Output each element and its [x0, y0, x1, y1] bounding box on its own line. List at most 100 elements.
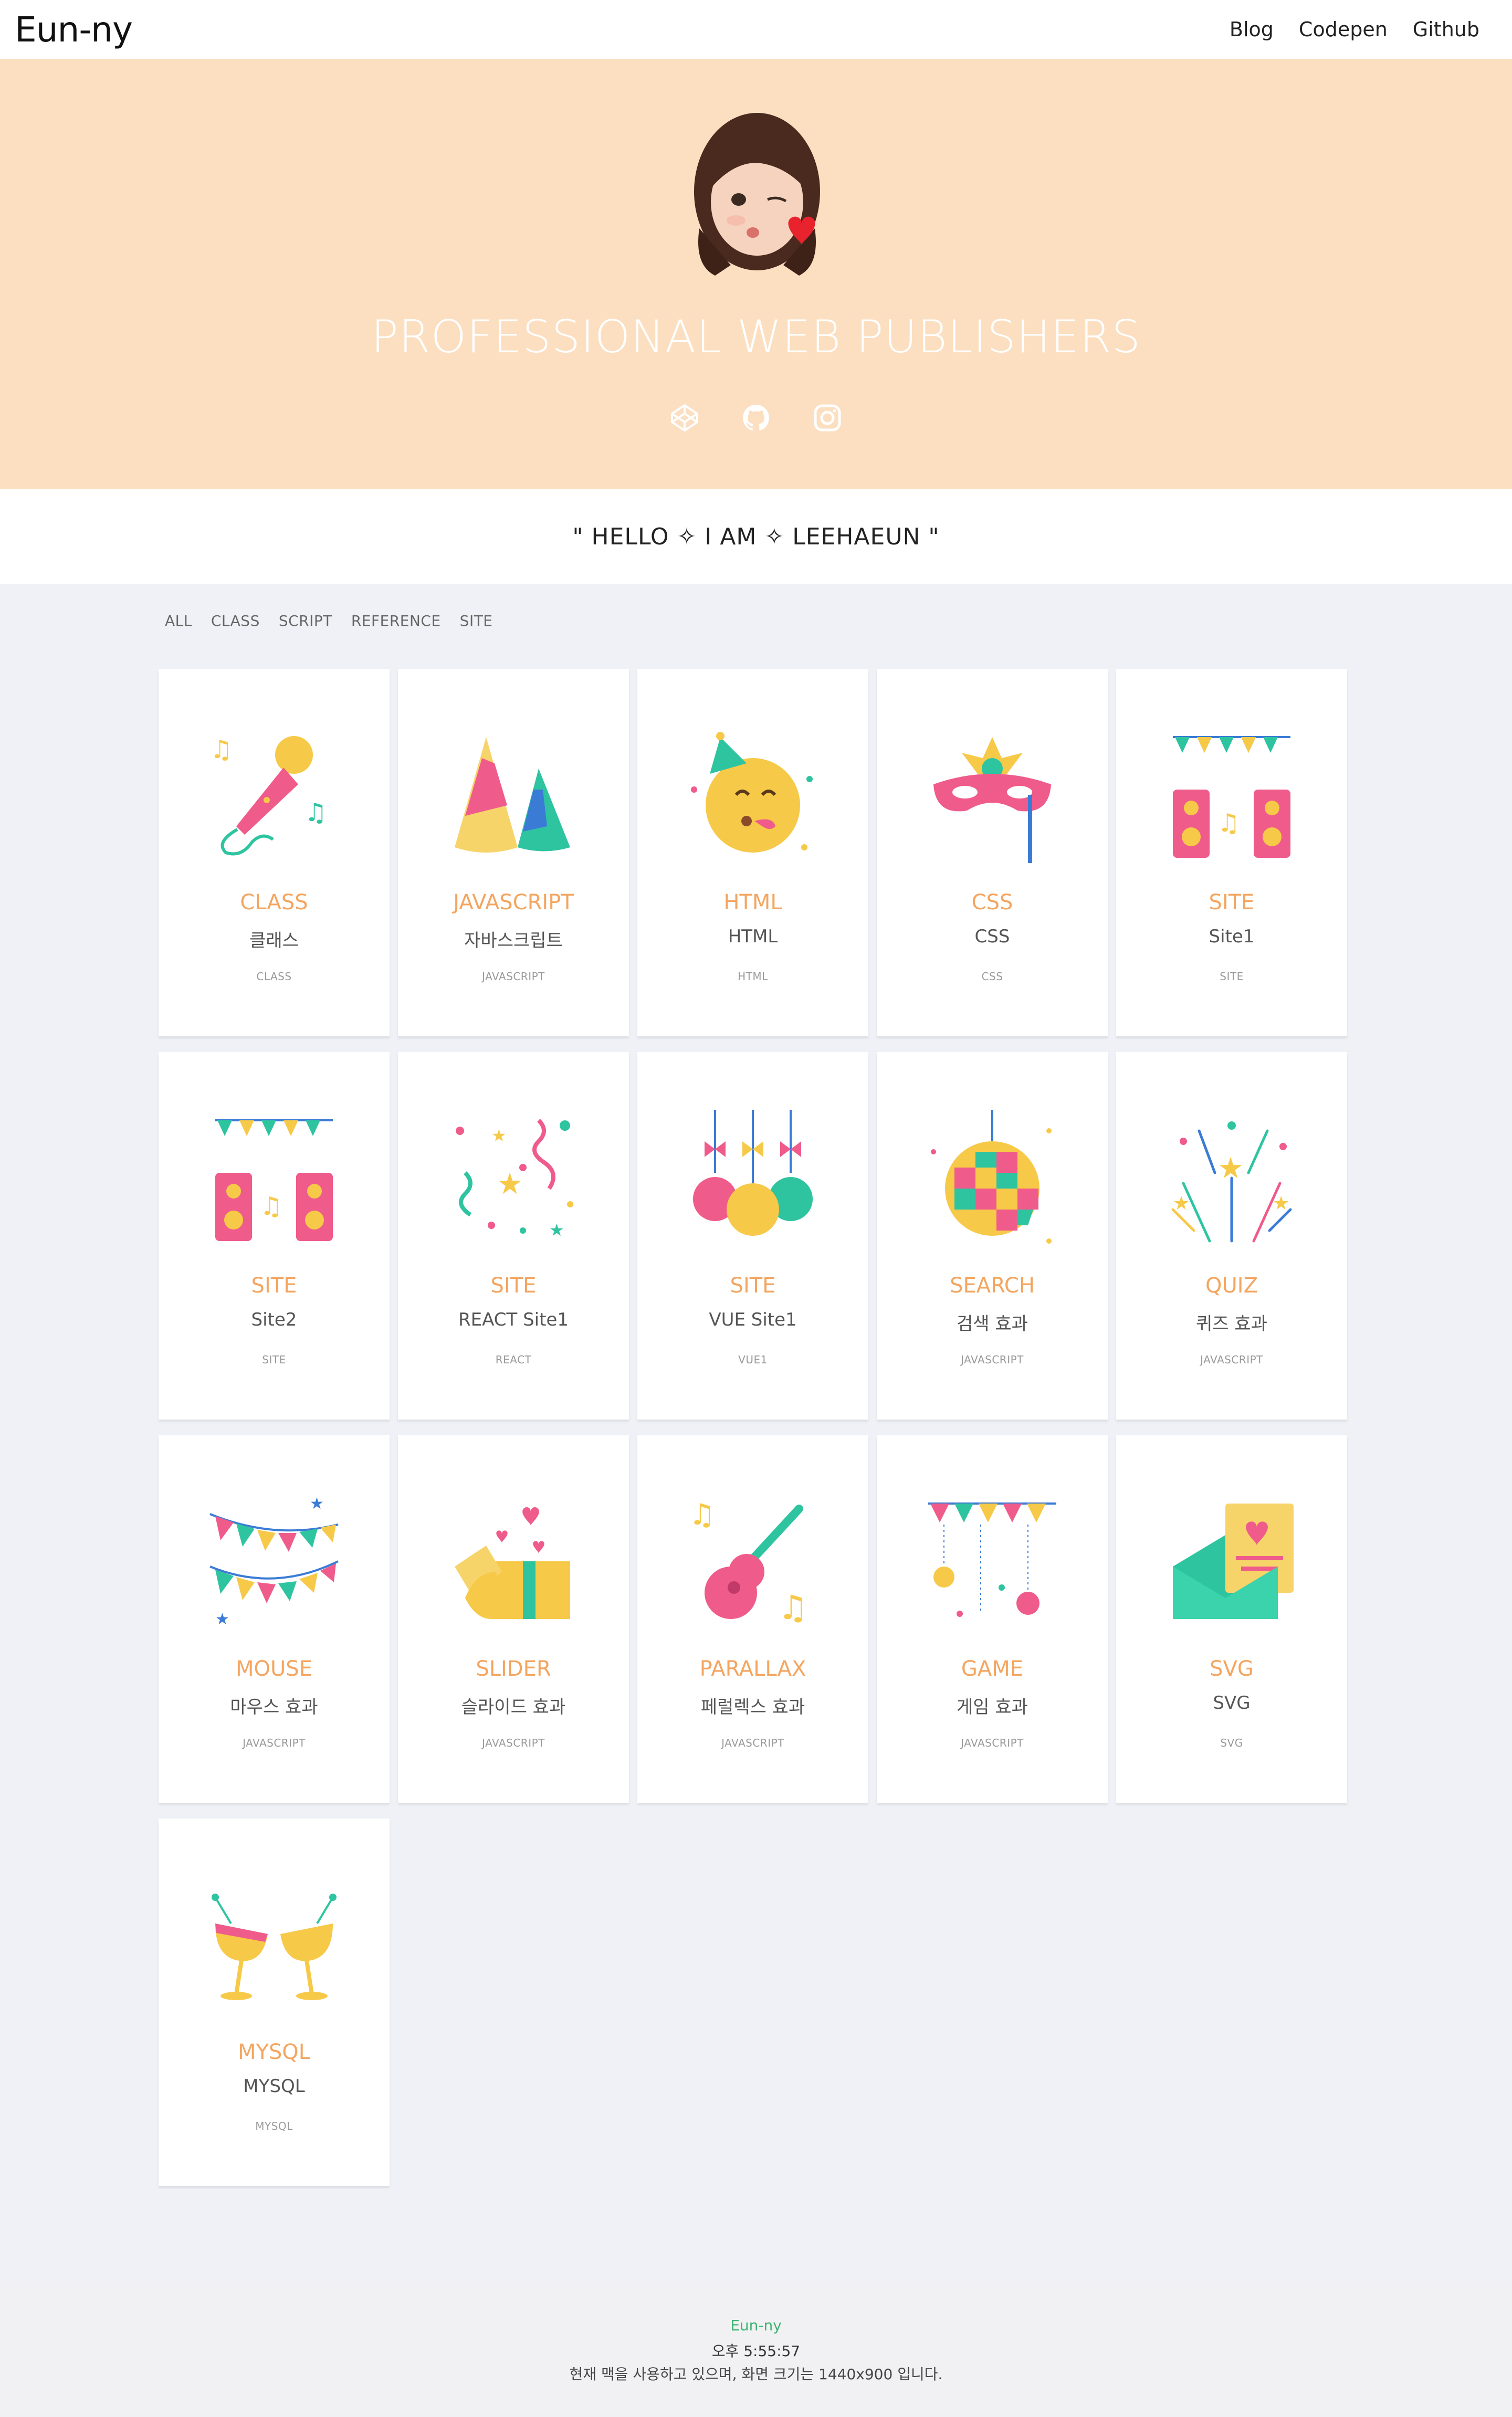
card-class[interactable]: ♫ ♫ CLASS 클래스 CLASS — [159, 669, 390, 1036]
card-site-1[interactable]: ♫ SITE Site1 SITE — [1116, 669, 1347, 1036]
masquerade-mask-icon — [933, 737, 1051, 863]
card-title: SITE — [251, 1274, 297, 1298]
svg-text:♫: ♫ — [304, 798, 327, 827]
card-title: MYSQL — [237, 2040, 311, 2064]
card-subtitle: 클래스 — [249, 930, 299, 951]
card-javascript[interactable]: JAVASCRIPT 자바스크립트 JAVASCRIPT — [398, 669, 629, 1036]
speakers-icon: ♫ — [1173, 736, 1290, 858]
filter-script[interactable]: SCRIPT — [279, 612, 332, 629]
card-tag: JAVASCRIPT — [1200, 1353, 1263, 1366]
top-bar: Eun-ny Blog Codepen Github — [0, 0, 1512, 59]
card-html[interactable]: HTML HTML HTML — [637, 669, 868, 1036]
card-subtitle: 슬라이드 효과 — [461, 1697, 566, 1718]
card-css[interactable]: CSS CSS CSS — [877, 669, 1108, 1036]
filter-reference[interactable]: REFERENCE — [351, 612, 441, 629]
card-title: JAVASCRIPT — [453, 890, 574, 915]
card-tag: CSS — [981, 970, 1003, 983]
filter-site[interactable]: SITE — [460, 612, 493, 629]
svg-text:★: ★ — [310, 1495, 324, 1513]
card-title: SEARCH — [950, 1274, 1035, 1298]
card-quiz[interactable]: ★ ★ ★ QUIZ 퀴즈 효과 JAVASCRIPT — [1116, 1052, 1347, 1420]
card-title: MOUSE — [236, 1657, 312, 1681]
svg-text:★: ★ — [491, 1126, 507, 1146]
card-title: SITE — [730, 1274, 776, 1298]
card-tag: MYSQL — [255, 2120, 293, 2132]
nav-github-link[interactable]: Github — [1413, 18, 1479, 41]
svg-text:★: ★ — [497, 1167, 523, 1201]
bunting-flags-icon: ★★ — [209, 1495, 339, 1628]
confetti-icon: ★ ★ ★ — [456, 1119, 573, 1240]
card-vue-site[interactable]: SITE VUE Site1 VUE1 — [637, 1052, 868, 1420]
disco-ball-icon — [931, 1110, 1052, 1244]
codepen-icon[interactable] — [670, 403, 699, 433]
card-subtitle: CSS — [974, 926, 1010, 947]
card-tag: JAVASCRIPT — [482, 970, 545, 983]
filter-all[interactable]: ALL — [165, 612, 192, 629]
card-title: HTML — [723, 890, 782, 915]
card-mysql[interactable]: MYSQL MYSQL MYSQL — [159, 1819, 390, 2186]
card-tag: JAVASCRIPT — [961, 1737, 1024, 1749]
card-subtitle: 페럴렉스 효과 — [700, 1697, 805, 1718]
svg-text:★: ★ — [215, 1610, 229, 1628]
card-react-site[interactable]: ★ ★ ★ SITE REACT Site1 REACT — [398, 1052, 629, 1420]
speakers-icon: ♫ — [215, 1119, 333, 1241]
card-subtitle: 마우스 효과 — [230, 1697, 318, 1718]
card-mouse[interactable]: ★ ★ MOUSE 마우스 효과 JAVASCRIPT — [159, 1435, 390, 1803]
card-svg[interactable]: SVG SVG SVG — [1116, 1435, 1347, 1803]
card-tag: JAVASCRIPT — [243, 1737, 306, 1749]
card-subtitle: Site1 — [1209, 926, 1255, 947]
card-subtitle: MYSQL — [243, 2076, 305, 2097]
page-footer: Eun-ny 오후 5:55:57 현재 맥을 사용하고 있으며, 화면 크기는… — [0, 2281, 1512, 2417]
card-parallax[interactable]: ♫ ♫ PARALLAX 페럴렉스 효과 JAVASCRIPT — [637, 1435, 868, 1803]
card-subtitle: VUE Site1 — [709, 1309, 797, 1330]
social-links — [0, 403, 1512, 433]
microphone-icon: ♫ ♫ — [210, 735, 327, 856]
hero-title: PROFESSIONAL WEB PUBLISHERS — [371, 311, 1141, 363]
svg-text:♫: ♫ — [1217, 808, 1240, 838]
card-slider[interactable]: SLIDER 슬라이드 효과 JAVASCRIPT — [398, 1435, 629, 1803]
category-filters: ALL CLASS SCRIPT REFERENCE SITE — [165, 612, 493, 629]
card-search[interactable]: SEARCH 검색 효과 JAVASCRIPT — [877, 1052, 1108, 1420]
intro-banner: " HELLO ✧ I AM ✧ LEEHAEUN " — [0, 489, 1512, 584]
card-tag: SVG — [1220, 1737, 1243, 1749]
nav-blog-link[interactable]: Blog — [1230, 18, 1274, 41]
main-nav: Blog Codepen Github — [1230, 18, 1479, 41]
card-site-2[interactable]: ♫ SITE Site2 SITE — [159, 1052, 390, 1420]
fireworks-icon: ★ ★ ★ — [1171, 1121, 1292, 1243]
hero-banner: PROFESSIONAL WEB PUBLISHERS — [0, 59, 1512, 489]
footer-name[interactable]: Eun-ny — [0, 2317, 1512, 2334]
svg-text:★: ★ — [1273, 1193, 1289, 1214]
footer-screen-info: 현재 맥을 사용하고 있으며, 화면 크기는 1440x900 입니다. — [569, 2366, 943, 2383]
card-title: SVG — [1210, 1657, 1254, 1681]
filter-class[interactable]: CLASS — [211, 612, 260, 629]
card-tag: HTML — [738, 970, 768, 983]
card-title: CSS — [971, 890, 1013, 915]
party-hats-icon — [455, 737, 570, 853]
site-logo[interactable]: Eun-ny — [15, 9, 133, 50]
guitar-icon: ♫ ♫ — [689, 1498, 808, 1627]
svg-text:★: ★ — [1173, 1193, 1190, 1214]
card-subtitle: 퀴즈 효과 — [1196, 1313, 1267, 1334]
github-icon[interactable] — [741, 403, 771, 433]
card-tag: JAVASCRIPT — [721, 1737, 784, 1749]
card-tag: REACT — [495, 1353, 532, 1366]
card-tag: JAVASCRIPT — [961, 1353, 1024, 1366]
nav-codepen-link[interactable]: Codepen — [1299, 18, 1388, 41]
memoji-avatar — [694, 113, 820, 276]
card-subtitle: REACT Site1 — [458, 1309, 569, 1330]
card-game[interactable]: GAME 게임 효과 JAVASCRIPT — [877, 1435, 1108, 1803]
envelope-card-icon — [1173, 1504, 1294, 1619]
footer-clock: 오후 5:55:57 — [711, 2342, 801, 2360]
card-tag: SITE — [1220, 970, 1244, 983]
card-title: PARALLAX — [699, 1657, 806, 1681]
cheers-glasses-icon — [212, 1894, 337, 2000]
instagram-icon[interactable] — [813, 403, 842, 433]
card-subtitle: HTML — [728, 926, 778, 947]
card-tag: CLASS — [256, 970, 292, 983]
svg-text:♫: ♫ — [778, 1589, 808, 1627]
card-title: GAME — [961, 1657, 1024, 1681]
card-title: SLIDER — [476, 1657, 551, 1681]
card-subtitle: SVG — [1213, 1693, 1251, 1714]
card-tag: SITE — [262, 1353, 286, 1366]
card-tag: JAVASCRIPT — [482, 1737, 545, 1749]
